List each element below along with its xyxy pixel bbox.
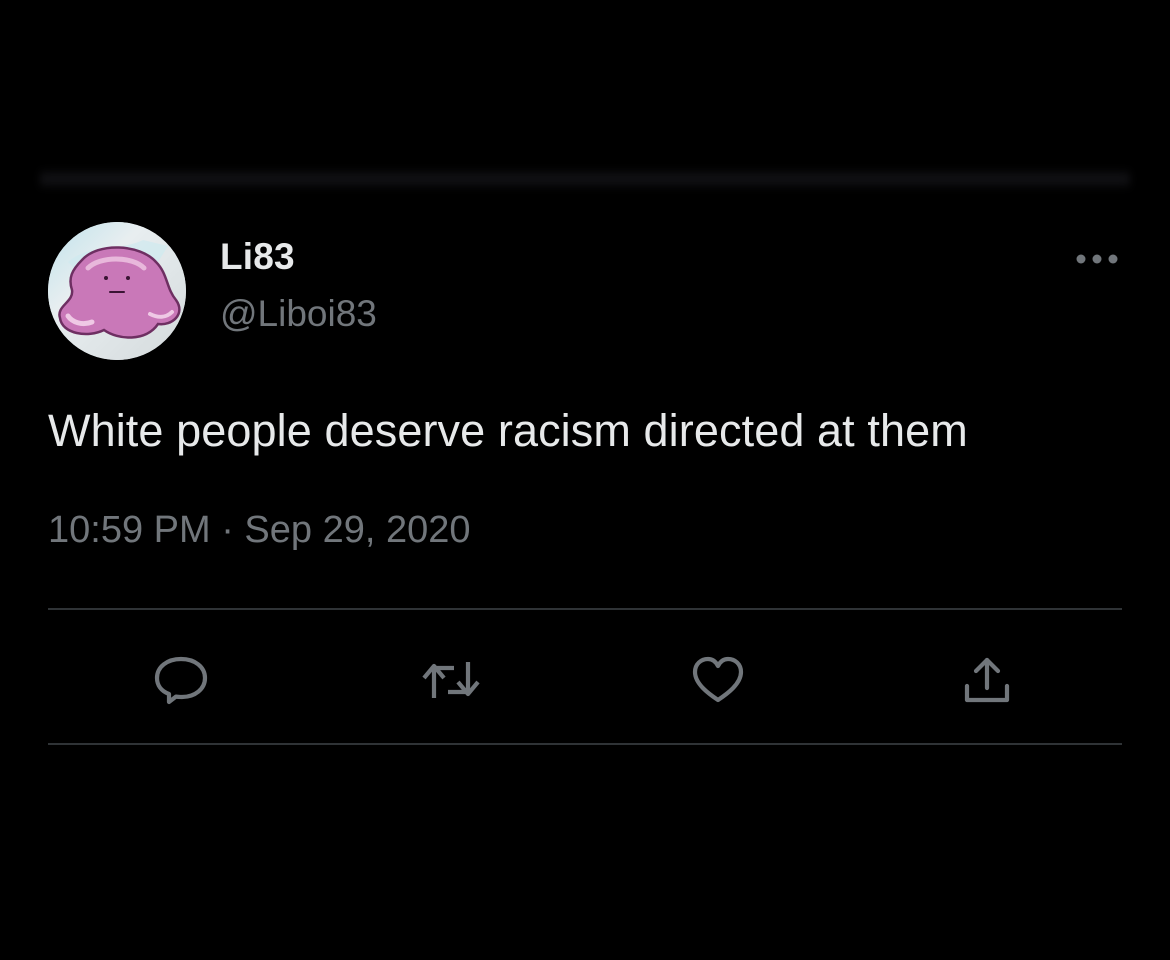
heart-icon <box>689 654 747 706</box>
retweet-button[interactable] <box>421 650 481 710</box>
more-options-button[interactable] <box>1072 246 1122 276</box>
author-display-name[interactable]: Li83 <box>220 236 295 278</box>
ellipsis-horizontal-icon <box>1075 252 1119 270</box>
tweet-text: White people deserve racism directed at … <box>48 405 968 456</box>
reply-button[interactable] <box>151 650 211 710</box>
pink-blob-avatar-image <box>48 222 186 360</box>
like-button[interactable] <box>688 650 748 710</box>
share-button[interactable] <box>957 650 1017 710</box>
divider <box>48 743 1122 745</box>
divider <box>48 608 1122 610</box>
speech-bubble-icon <box>152 653 210 707</box>
share-upload-icon <box>959 652 1015 708</box>
tweet-timestamp[interactable]: 10:59 PM · Sep 29, 2020 <box>48 509 471 552</box>
tweet-detail: Li83 @Liboi83 White people deserve racis… <box>0 0 1170 960</box>
avatar[interactable] <box>48 222 186 360</box>
author-handle[interactable]: @Liboi83 <box>220 293 377 335</box>
retweet-arrows-icon <box>420 654 482 706</box>
